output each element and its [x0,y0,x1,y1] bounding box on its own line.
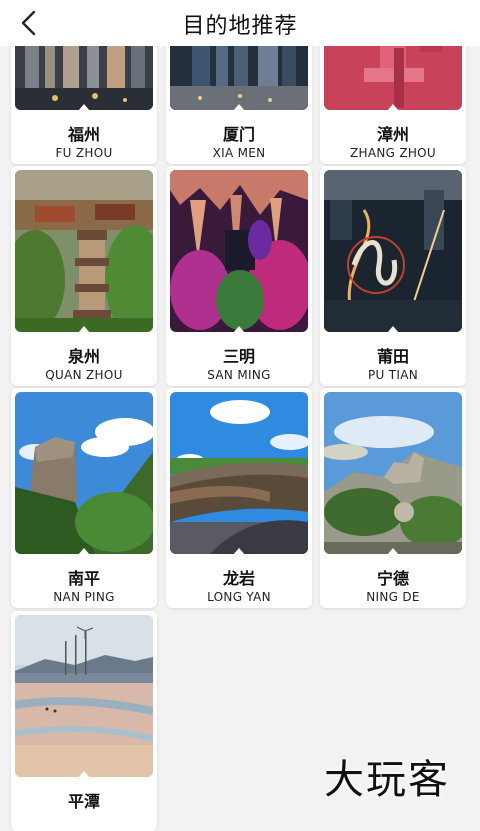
photo-notch [78,104,90,111]
top-nav-bar: 目的地推荐 [0,0,480,46]
destination-name-en: QUAN ZHOU [45,368,123,382]
destination-name-en: NAN PING [53,590,115,604]
photo-notch [233,548,245,555]
destination-name-cn: 福州 [67,125,100,144]
destination-photo [15,615,153,777]
photo-notch [78,326,90,333]
destination-name-cn: 平潭 [67,792,100,811]
destination-grid: 福州 FU ZHOU 厦门 XIA MEN 漳州 ZHANG ZHOU 泉州 Q… [0,0,480,831]
photo-notch [387,548,399,555]
destination-photo [324,392,462,554]
destination-photo [170,170,308,332]
photo-notch [387,104,399,111]
photo-notch [78,548,90,555]
photo-notch [233,326,245,333]
destination-name-en: XIA MEN [212,146,266,160]
destination-photo [15,392,153,554]
destination-photo [15,170,153,332]
destination-name-cn: 厦门 [222,125,255,144]
page-title: 目的地推荐 [182,14,298,39]
destination-name-cn: 宁德 [376,569,409,588]
destination-name-cn: 泉州 [67,347,100,366]
destination-card-putian[interactable]: 莆田 PU TIAN [320,166,466,386]
photo-notch [233,104,245,111]
destination-name-cn: 南平 [67,569,100,588]
photo-notch [78,771,90,778]
destination-card-ningde[interactable]: 宁德 NING DE [320,388,466,608]
destination-name-cn: 莆田 [376,347,409,366]
destination-name-en: NING DE [366,590,420,604]
destination-photo [170,392,308,554]
photo-notch [387,326,399,333]
destination-name-en: SAN MING [207,368,271,382]
destination-photo [324,170,462,332]
destination-card-sanming[interactable]: 三明 SAN MING [166,166,312,386]
destination-card-nanping[interactable]: 南平 NAN PING [11,388,157,608]
destination-name-en: LONG YAN [207,590,271,604]
destination-name-cn: 龙岩 [222,569,255,588]
destination-card-pingtan[interactable]: 平潭 [11,611,157,831]
watermark-logo: 大玩客 [324,757,450,803]
destination-name-cn: 三明 [222,347,255,366]
destination-name-cn: 漳州 [376,125,409,144]
destination-name-en: FU ZHOU [55,146,113,160]
destination-name-en: ZHANG ZHOU [349,146,436,160]
destination-name-en: PU TIAN [368,368,418,382]
destination-card-longyan[interactable]: 龙岩 LONG YAN [166,388,312,608]
destination-card-quanzhou[interactable]: 泉州 QUAN ZHOU [11,166,157,386]
